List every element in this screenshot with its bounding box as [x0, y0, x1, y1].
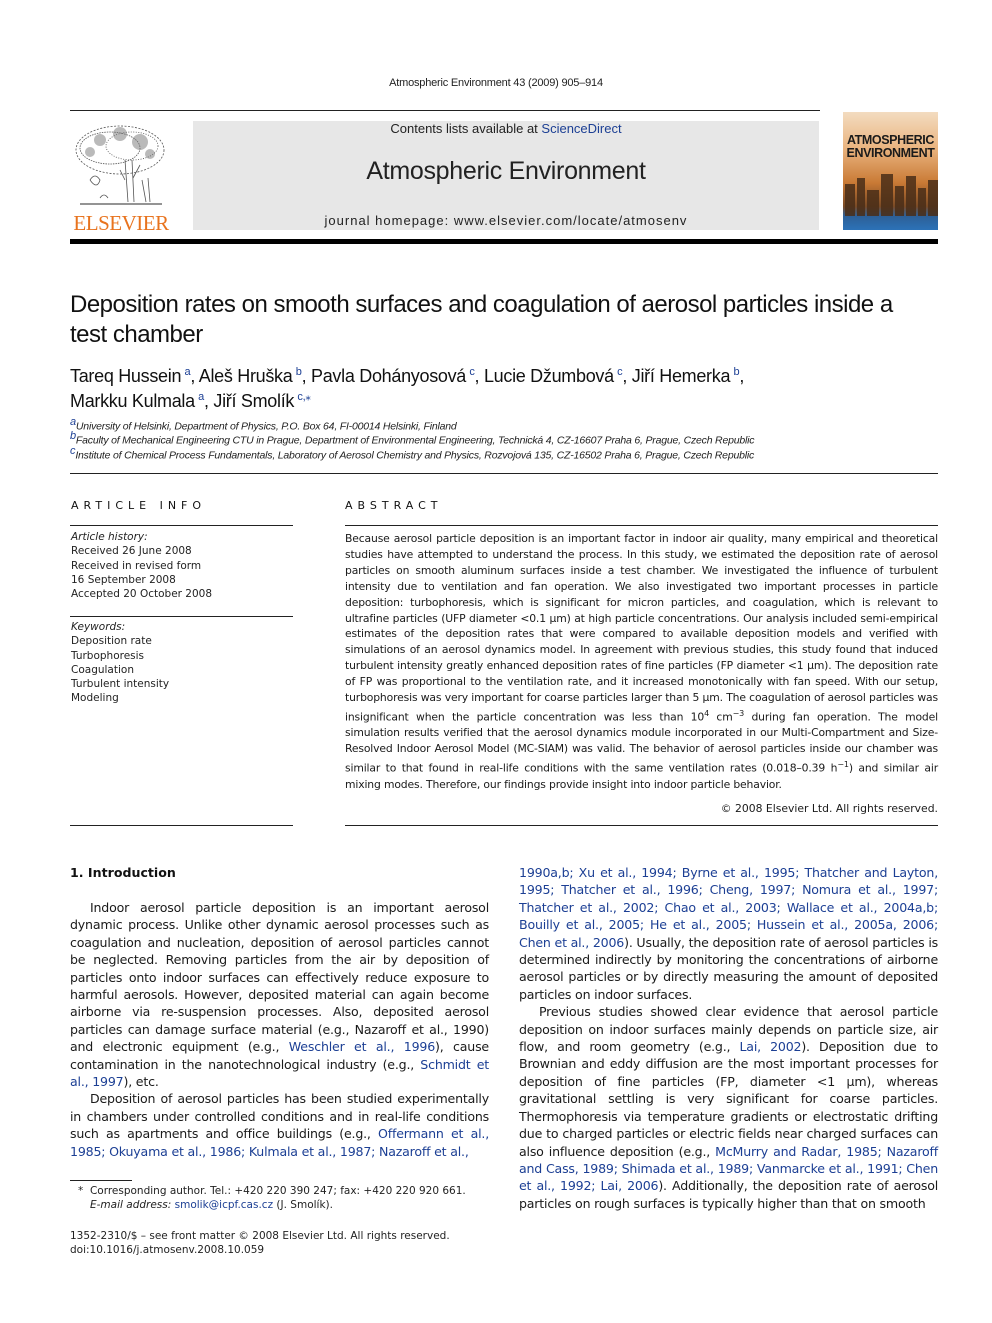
keyword: Turbophoresis: [71, 649, 145, 662]
header-rule: [70, 110, 820, 111]
history-item: 16 September 2008: [71, 573, 176, 586]
elsevier-wordmark: ELSEVIER: [73, 211, 169, 235]
author[interactable]: Markku Kulmala a: [70, 391, 204, 411]
keyword: Deposition rate: [71, 635, 152, 648]
cover-title: ATMOSPHERIC ENVIRONMENT: [843, 134, 938, 160]
contents-prefix: Contents lists available at: [390, 121, 542, 136]
journal-homepage[interactable]: journal homepage: www.elsevier.com/locat…: [193, 213, 819, 228]
author[interactable]: Tareq Hussein a: [70, 366, 191, 386]
author[interactable]: Lucie Džumbová c: [484, 366, 623, 386]
article-info-rule: [70, 525, 293, 526]
affiliations-rule: [70, 473, 938, 474]
history-item: Received in revised form: [71, 559, 202, 572]
author[interactable]: Jiří Hemerka b: [632, 366, 740, 386]
article-history: Article history: Received 26 June 2008 R…: [71, 530, 293, 601]
affiliation-c: cInstitute of Chemical Process Fundament…: [70, 445, 755, 462]
email-link[interactable]: smolik@icpf.cas.cz: [175, 1199, 273, 1211]
masthead-rule: [70, 239, 938, 244]
left-column-text: Indoor aerosol particle deposition is an…: [70, 899, 489, 1160]
history-item: Accepted 20 October 2008: [71, 588, 213, 601]
abstract-copyright: © 2008 Elsevier Ltd. All rights reserved…: [720, 802, 938, 815]
corresponding-author-footnote: * Corresponding author. Tel.: +420 220 3…: [78, 1185, 466, 1211]
author[interactable]: Pavla Dohányosová c: [311, 366, 475, 386]
keywords-rule: [70, 616, 293, 617]
sciencedirect-link[interactable]: ScienceDirect: [541, 121, 621, 136]
author[interactable]: Aleš Hruška b: [199, 366, 302, 386]
keywords-label: Keywords:: [71, 621, 126, 633]
intro-paragraph-1: Indoor aerosol particle deposition is an…: [70, 900, 490, 1090]
keywords: Keywords: Deposition rate Turbophoresis …: [71, 620, 293, 706]
article-info-bottom-rule: [70, 825, 293, 826]
running-head: Atmospheric Environment 43 (2009) 905–91…: [389, 77, 603, 89]
cover-title-line2: ENVIRONMENT: [846, 146, 935, 160]
article-title: Deposition rates on smooth surfaces and …: [70, 291, 893, 348]
abstract-heading: ABSTRACT: [345, 499, 443, 512]
journal-title: Atmospheric Environment: [366, 157, 646, 185]
issn-line: 1352-2310/$ – see front matter © 2008 El…: [70, 1230, 450, 1242]
journal-masthead: Contents lists available at ScienceDirec…: [193, 121, 819, 230]
history-item: Received 26 June 2008: [71, 545, 192, 558]
keyword: Turbulent intensity: [71, 678, 170, 691]
keyword: Modeling: [71, 692, 119, 705]
journal-cover[interactable]: ATMOSPHERIC ENVIRONMENT: [843, 112, 938, 230]
doi-line[interactable]: doi:10.1016/j.atmosenv.2008.10.059: [70, 1243, 490, 1257]
citation-link[interactable]: Weschler et al., 1996: [289, 1039, 435, 1054]
intro-paragraph-2-continued: 1990a,b; Xu et al., 1994; Byrne et al., …: [519, 865, 939, 1002]
intro-paragraph-3: Previous studies showed clear evidence t…: [519, 1004, 939, 1211]
keyword: Coagulation: [71, 663, 134, 676]
footnote-rule: [70, 1180, 132, 1181]
intro-paragraph-2: Deposition of aerosol particles has been…: [70, 1091, 490, 1159]
citation-link[interactable]: Lai, 2002: [739, 1039, 801, 1054]
history-label: Article history:: [71, 531, 148, 543]
elsevier-tree-icon: [75, 125, 165, 205]
author[interactable]: Jiří Smolík c,⁎: [213, 391, 310, 411]
abstract-bottom-rule: [345, 825, 938, 826]
abstract-text: Because aerosol particle deposition is a…: [345, 532, 938, 791]
contents-line: Contents lists available at ScienceDirec…: [193, 121, 819, 136]
elsevier-logo[interactable]: ELSEVIER: [68, 118, 174, 235]
author-list: Tareq Hussein a, Aleš Hruška b, Pavla Do…: [70, 366, 745, 411]
article-info-heading: ARTICLE INFO: [71, 499, 207, 512]
abstract-rule: [345, 525, 938, 526]
front-matter: 1352-2310/$ – see front matter © 2008 El…: [70, 1229, 490, 1257]
city-skyline-icon: [845, 174, 938, 216]
introduction-heading: 1. Introduction: [70, 865, 176, 880]
right-column-text: 1990a,b; Xu et al., 1994; Byrne et al., …: [519, 864, 938, 1212]
